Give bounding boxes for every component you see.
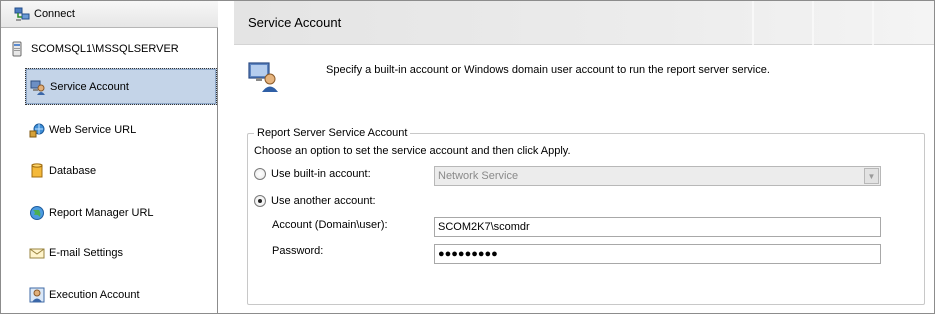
header-decoration	[694, 1, 934, 45]
sidebar-item-label: Report Manager URL	[49, 206, 154, 219]
connect-icon	[14, 6, 30, 22]
sidebar-item-report-manager-url[interactable]: Report Manager URL	[25, 194, 217, 231]
page-title: Service Account	[248, 15, 342, 30]
password-field[interactable]: ●●●●●●●●●	[434, 244, 881, 264]
builtin-account-select: Network Service ▼	[434, 166, 881, 186]
groupbox-title: Report Server Service Account	[254, 127, 411, 139]
sidebar-item-service-account[interactable]: Service Account	[25, 68, 217, 105]
web-service-icon	[29, 122, 45, 138]
server-icon	[9, 41, 25, 57]
main-panel: Service Account Specify a built-in accou…	[234, 1, 934, 313]
builtin-account-radio[interactable]	[254, 168, 266, 180]
account-value: SCOM2K7\scomdr	[438, 221, 530, 233]
execution-account-icon	[29, 287, 45, 303]
server-node[interactable]: SCOMSQL1\MSSQLSERVER	[9, 40, 179, 58]
sidebar-item-web-service-url[interactable]: Web Service URL	[25, 111, 217, 148]
sidebar-item-label: Database	[49, 164, 97, 177]
password-label: Password:	[272, 245, 324, 257]
choose-instructions: Choose an option to set the service acco…	[254, 145, 571, 157]
sidebar-item-email-settings[interactable]: E-mail Settings	[25, 234, 217, 271]
password-value: ●●●●●●●●●	[438, 248, 498, 260]
database-icon	[29, 162, 45, 179]
account-field[interactable]: SCOM2K7\scomdr	[434, 217, 881, 237]
account-label: Account (Domain\user):	[272, 219, 388, 231]
builtin-account-label: Use built-in account:	[271, 168, 371, 180]
sidebar-item-label: E-mail Settings	[49, 246, 123, 259]
sidebar-item-label: Execution Account	[49, 288, 140, 301]
server-name: SCOMSQL1\MSSQLSERVER	[31, 43, 179, 55]
sidebar-item-execution-account[interactable]: Execution Account	[25, 276, 217, 313]
another-account-label: Use another account:	[271, 195, 376, 207]
user-computer-icon	[248, 61, 280, 93]
intro-text: Specify a built-in account or Windows do…	[326, 64, 770, 76]
another-account-radio[interactable]	[254, 195, 266, 207]
connect-button[interactable]: Connect	[1, 1, 218, 28]
sidebar-item-database[interactable]: Database	[25, 152, 217, 189]
intro-section: Specify a built-in account or Windows do…	[248, 61, 770, 93]
email-icon	[29, 245, 45, 261]
builtin-account-value: Network Service	[438, 170, 519, 182]
sidebar-item-label: Service Account	[50, 80, 129, 93]
another-account-option[interactable]: Use another account:	[254, 195, 376, 207]
chevron-down-icon: ▼	[864, 168, 879, 184]
page-header: Service Account	[234, 1, 934, 45]
service-account-icon	[30, 79, 46, 95]
builtin-account-option[interactable]: Use built-in account:	[254, 168, 371, 180]
globe-icon	[29, 205, 45, 221]
sidebar-item-label: Web Service URL	[49, 123, 137, 136]
connect-label: Connect	[34, 8, 75, 20]
sidebar: Connect SCOMSQL1\MSSQLSERVER Service Acc…	[1, 1, 218, 313]
